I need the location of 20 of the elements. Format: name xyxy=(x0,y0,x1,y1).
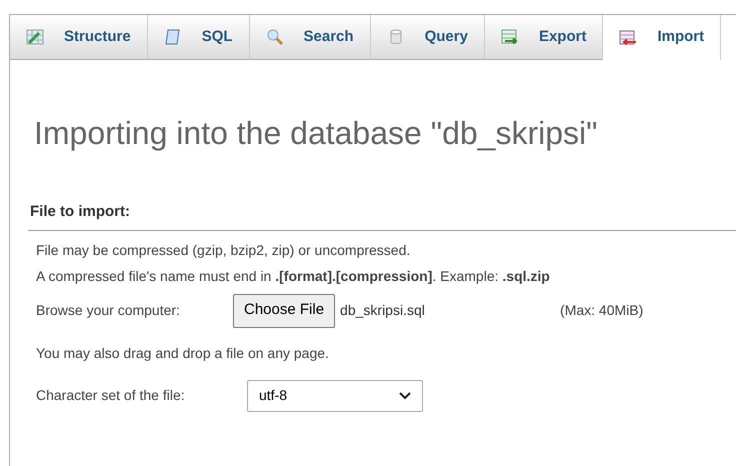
charset-select[interactable]: utf-8 xyxy=(247,380,423,412)
section-title: File to import: xyxy=(29,202,131,222)
max-size: (Max: 40MiB) xyxy=(560,301,644,320)
chevron-down-icon xyxy=(399,392,411,400)
search-icon xyxy=(266,28,284,46)
tab[interactable]: Query xyxy=(370,15,485,60)
page-heading: Importing into the database "db_skripsi" xyxy=(34,117,598,149)
note-text: File may be compressed (gzip, bzip2, zip) or uncompressed. xyxy=(36,240,412,260)
scroll-icon xyxy=(164,28,182,46)
charset-label: Character set of the file: xyxy=(36,386,186,405)
note-text: A compressed file's name must end in .[format].[compression]. Example: .sql.zip xyxy=(36,266,551,286)
tab[interactable]: Search xyxy=(250,15,371,60)
choose-file-button[interactable]: Choose File xyxy=(233,294,336,328)
tab[interactable]: SQL xyxy=(148,15,250,60)
tab[interactable]: Export xyxy=(484,15,604,60)
table-pencil-icon xyxy=(26,28,44,46)
tab[interactable]: Structure xyxy=(10,15,148,60)
file-name: db_skripsi.sql xyxy=(340,301,426,320)
drag-note: You may also drag and drop a file on any page. xyxy=(36,344,330,363)
browse-label: Browse your computer: xyxy=(36,301,181,320)
